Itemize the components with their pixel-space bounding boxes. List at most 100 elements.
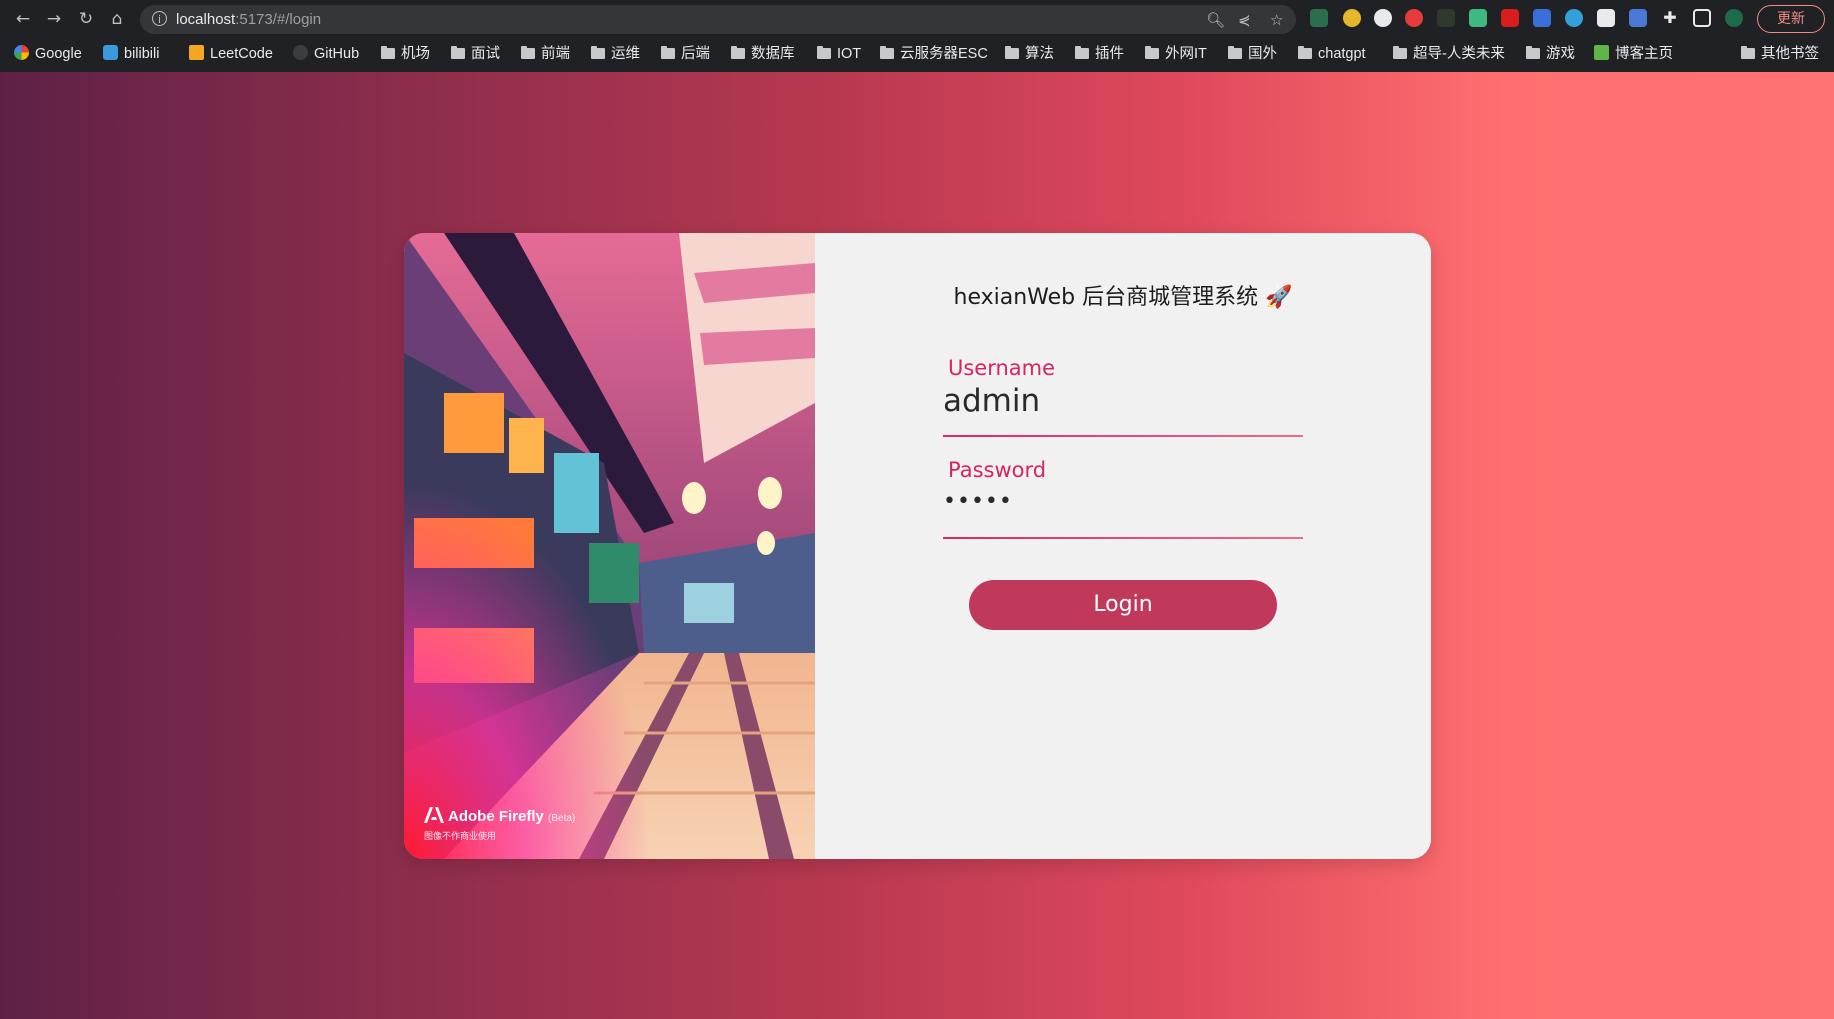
bookmark-google[interactable]: Google: [14, 44, 82, 64]
page-title: hexianWeb 后台商城管理系统 🚀: [953, 285, 1293, 310]
bookmark-folder[interactable]: chatgpt: [1298, 44, 1366, 64]
bookmark-folder[interactable]: 外网IT: [1145, 44, 1207, 64]
url-text[interactable]: localhost:5173/#/login: [176, 11, 321, 28]
bookmark-folder[interactable]: 后端: [661, 44, 710, 64]
bookmarks-bar: Google bilibili LeetCode GitHub 机场 面试 前端…: [0, 40, 1834, 68]
extension-globe-icon[interactable]: [1565, 9, 1583, 27]
address-bar[interactable]: i localhost:5173/#/login 🔍︎ ⋞ ☆: [140, 5, 1296, 34]
bookmark-label: 运维: [611, 46, 640, 62]
bookmark-label: 国外: [1248, 46, 1277, 62]
browser-chrome: ← → ↻ ⌂ i localhost:5173/#/login 🔍︎ ⋞ ☆ …: [0, 0, 1834, 72]
folder-icon: [521, 46, 535, 59]
share-icon[interactable]: ⋞: [1238, 11, 1251, 29]
password-underline: [943, 537, 1303, 539]
folder-icon: [1393, 46, 1407, 59]
bookmark-folder[interactable]: 算法: [1005, 44, 1054, 64]
password-label: Password: [948, 458, 1047, 482]
bookmark-label: 数据库: [751, 46, 795, 62]
bookmark-label: 机场: [401, 46, 430, 62]
bookmark-bilibili[interactable]: bilibili: [103, 44, 159, 64]
bookmark-label: LeetCode: [210, 46, 273, 62]
bookmark-label: 后端: [681, 46, 710, 62]
bookmark-label: GitHub: [314, 46, 360, 62]
bookmark-folder[interactable]: 云服务器ESC: [880, 44, 988, 64]
url-path: :5173/#/login: [235, 11, 322, 28]
extension-compass-icon[interactable]: [1343, 9, 1361, 27]
extension-translate-icon[interactable]: [1629, 9, 1647, 27]
bookmark-folder[interactable]: 运维: [591, 44, 640, 64]
folder-icon: [661, 46, 675, 59]
extensions-puzzle-icon[interactable]: ✚: [1661, 9, 1679, 27]
bookmark-label: 插件: [1095, 46, 1124, 62]
bookmark-label: 算法: [1025, 46, 1054, 62]
login-button[interactable]: Login: [969, 580, 1277, 630]
forward-icon[interactable]: →: [43, 8, 65, 30]
folder-icon: [1005, 46, 1019, 59]
login-form-panel: hexianWeb 后台商城管理系统 🚀 Username Password •…: [815, 233, 1431, 859]
folder-icon: [1228, 46, 1242, 59]
github-icon: [293, 45, 308, 60]
bookmark-label: 前端: [541, 46, 570, 62]
folder-icon: [591, 46, 605, 59]
bookmark-label: 游戏: [1546, 46, 1575, 62]
extension-vue-icon[interactable]: [1469, 9, 1487, 27]
browser-toolbar: ← → ↻ ⌂ i localhost:5173/#/login 🔍︎ ⋞ ☆ …: [0, 0, 1834, 38]
folder-icon: [451, 46, 465, 59]
bookmark-folder[interactable]: 超导-人类未来: [1393, 44, 1505, 64]
firefly-beta-tag: (Beta): [548, 813, 576, 824]
profile-avatar[interactable]: [1725, 9, 1743, 27]
firefly-brand: Adobe Firefly: [448, 808, 544, 825]
folder-icon: [381, 46, 395, 59]
folder-icon: [880, 46, 894, 59]
extension-glasses-icon[interactable]: [1597, 9, 1615, 27]
bookmark-folder[interactable]: 游戏: [1526, 44, 1575, 64]
username-input[interactable]: [943, 383, 1303, 419]
login-card: Adobe Firefly (Beta) 图像不作商业使用 hexianWeb …: [404, 233, 1431, 859]
bookmark-other[interactable]: 其他书签: [1741, 44, 1819, 64]
extension-circle-icon[interactable]: [1374, 9, 1392, 27]
bookmark-folder[interactable]: 面试: [451, 44, 500, 64]
bookmark-label: 其他书签: [1761, 46, 1819, 62]
extension-leaf-icon[interactable]: [1437, 9, 1455, 27]
bookmark-folder[interactable]: 插件: [1075, 44, 1124, 64]
site-info-icon[interactable]: i: [152, 11, 167, 26]
zoom-icon[interactable]: 🔍︎: [1206, 11, 1225, 29]
folder-icon: [731, 46, 745, 59]
bilibili-icon: [103, 45, 118, 60]
hero-illustration: Adobe Firefly (Beta) 图像不作商业使用: [404, 233, 815, 859]
extension-terminal-icon[interactable]: [1310, 9, 1328, 27]
bookmark-folder[interactable]: 机场: [381, 44, 430, 64]
bookmark-label: 云服务器ESC: [900, 46, 988, 62]
folder-icon: [1526, 46, 1540, 59]
bookmark-folder[interactable]: 前端: [521, 44, 570, 64]
home-icon[interactable]: ⌂: [106, 8, 128, 30]
update-button[interactable]: 更新: [1757, 5, 1825, 33]
bookmark-folder[interactable]: 国外: [1228, 44, 1277, 64]
bookmark-label: 博客主页: [1615, 46, 1673, 62]
bookmark-blog[interactable]: 博客主页: [1594, 44, 1673, 64]
bookmark-folder[interactable]: IOT: [817, 44, 861, 64]
reload-icon[interactable]: ↻: [75, 8, 97, 30]
bookmark-leetcode[interactable]: LeetCode: [189, 44, 273, 64]
blog-icon: [1594, 45, 1609, 60]
folder-icon: [1298, 46, 1312, 59]
extension-flag-icon[interactable]: [1501, 9, 1519, 27]
username-label: Username: [948, 356, 1056, 380]
firefly-notice: 图像不作商业使用: [424, 832, 497, 842]
url-host: localhost: [176, 11, 236, 28]
folder-icon: [1741, 46, 1755, 59]
folder-icon: [1075, 46, 1089, 59]
extension-layers-icon[interactable]: [1533, 9, 1551, 27]
side-panel-icon[interactable]: [1693, 9, 1711, 27]
bookmark-folder[interactable]: 数据库: [731, 44, 795, 64]
adobe-logo-icon: [424, 807, 444, 823]
extension-abp-icon[interactable]: [1405, 9, 1423, 27]
back-icon[interactable]: ←: [12, 8, 34, 30]
bookmark-label: bilibili: [124, 46, 160, 62]
bookmark-star-icon[interactable]: ☆: [1270, 11, 1283, 29]
bookmark-github[interactable]: GitHub: [293, 44, 359, 64]
google-icon: [14, 45, 29, 60]
leetcode-icon: [189, 45, 204, 60]
password-input[interactable]: •••••: [943, 489, 1303, 514]
bookmark-label: 外网IT: [1165, 46, 1207, 62]
